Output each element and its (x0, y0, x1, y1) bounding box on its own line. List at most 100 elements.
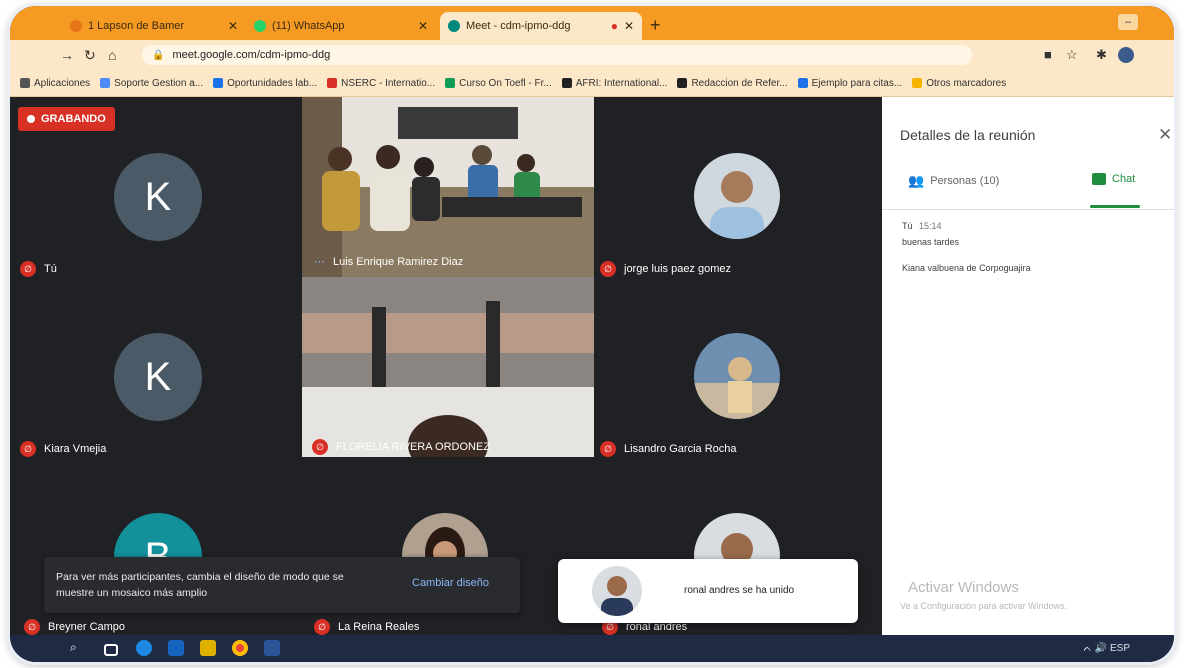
bookmark-icon (797, 78, 808, 88)
tab-favicon-icon (70, 20, 82, 32)
participant-video-florelia[interactable]: ∅ FLORELIA RIVERA ORDONEZ (302, 277, 594, 457)
chat-message-text: buenas tardes (902, 237, 960, 247)
close-icon[interactable]: ✕ (624, 19, 634, 33)
chat-icon (1092, 173, 1106, 185)
avatar: K (114, 153, 202, 241)
meet-icon (448, 20, 460, 32)
activate-windows-subtitle: Ve a Configuración para activar Windows. (900, 601, 1068, 611)
system-tray[interactable]: ᨈ 🔊 ESP (1083, 643, 1130, 654)
bookmark-icon (445, 78, 456, 88)
home-icon[interactable]: ⌂ (108, 47, 116, 63)
mic-off-icon: ∅ (600, 261, 616, 277)
bookmark-label: Curso On Toefl - Fr... (459, 77, 552, 89)
screen-frame: 1 Lapson de Bamer ✕ (11) WhatsApp ✕ Meet… (10, 6, 1174, 662)
bookmark-label: NSERC - Internatio... (341, 77, 436, 89)
avatar (592, 566, 642, 616)
search-icon[interactable]: ⌕ (70, 640, 86, 656)
bookmark-icon (213, 78, 224, 88)
participant-video-luis[interactable]: ⋯ Luis Enrique Ramirez Diaz (302, 97, 594, 277)
bookmark-item[interactable]: Aplicaciones (20, 78, 90, 89)
meet-grid: GRABANDO K ∅ Tú ⋯ Luis Enrique Ramirez D… (10, 97, 882, 635)
participant-name: ⋯ Luis Enrique Ramirez Diaz (314, 255, 464, 269)
bookmark-item[interactable]: Otros marcadores (912, 78, 1006, 89)
bookmark-item[interactable]: Ejemplo para citas... (797, 77, 903, 89)
mic-off-icon: ∅ (20, 261, 36, 277)
star-icon[interactable]: ☆ (1066, 47, 1078, 63)
profile-avatar[interactable] (1118, 47, 1134, 63)
bookmark-item[interactable]: NSERC - Internatio... (327, 78, 435, 89)
avatar (694, 333, 780, 419)
bookmark-icon (327, 78, 338, 88)
bookmark-label: AFRI: International... (575, 77, 668, 89)
video-frame (302, 97, 594, 277)
mic-off-icon: ∅ (600, 441, 616, 457)
bookmark-label: Soporte Gestion a... (114, 77, 204, 89)
bookmark-item[interactable]: Soporte Gestion a... (100, 78, 203, 89)
browser-toolbar: → ↻ ⌂ 🔒 meet.google.com/cdm-ipmo-ddg ■ ☆… (10, 40, 1174, 70)
chrome-icon[interactable] (232, 640, 248, 656)
close-panel-button[interactable]: ✕ (1158, 125, 1172, 145)
chat-message-text: Kiana valbuena de Corpoguajira (902, 263, 1031, 273)
avatar (694, 153, 780, 239)
bookmark-label: Ejemplo para citas... (811, 77, 903, 89)
participant-tile-lisandro[interactable]: ∅ Lisandro Garcia Rocha (594, 277, 882, 457)
mic-off-icon: ∅ (20, 441, 36, 457)
bookmark-icon (20, 78, 30, 88)
windows-taskbar: ⌕ ᨈ 🔊 ESP (10, 635, 1174, 662)
mic-off-icon: ∅ (312, 439, 328, 455)
change-layout-button[interactable]: Cambiar diseño (412, 577, 489, 589)
bookmark-icon (912, 78, 923, 88)
divider (882, 209, 1174, 210)
bookmark-icon (561, 78, 572, 88)
activate-windows-title: Activar Windows (908, 579, 1019, 596)
minimize-button[interactable]: – (1118, 14, 1138, 30)
address-bar[interactable]: 🔒 meet.google.com/cdm-ipmo-ddg (142, 45, 972, 65)
store-icon[interactable] (168, 640, 184, 656)
extensions-icon[interactable]: ✱ (1096, 47, 1107, 63)
new-tab-button[interactable]: + (650, 15, 661, 36)
participant-name: ∅ Breyner Campo (24, 619, 125, 635)
lock-icon: 🔒 (152, 49, 165, 61)
avatar: K (114, 333, 202, 421)
mic-off-icon: ∅ (24, 619, 40, 635)
camera-icon[interactable]: ■ (1044, 47, 1052, 62)
layout-suggestion-toast: Para ver más participantes, cambia el di… (44, 557, 520, 613)
mic-off-icon: ∅ (314, 619, 330, 635)
bookmark-label: Oportunidades lab... (227, 77, 318, 89)
bookmark-label: Otros marcadores (926, 77, 1007, 89)
bookmark-label: Aplicaciones (34, 77, 91, 89)
close-icon[interactable]: ✕ (418, 19, 428, 33)
edge-icon[interactable] (136, 640, 152, 656)
participant-tile-you[interactable]: K ∅ Tú (10, 97, 302, 277)
tab-meet[interactable]: Meet - cdm-ipmo-ddg ● ✕ (440, 12, 642, 40)
bookmark-item[interactable]: Oportunidades lab... (213, 78, 317, 89)
reload-icon[interactable]: ↻ (84, 47, 96, 64)
participant-name: ∅ FLORELIA RIVERA ORDONEZ (312, 439, 490, 455)
message-sender: Tú (902, 221, 913, 231)
close-icon[interactable]: ✕ (228, 19, 238, 33)
file-explorer-icon[interactable] (200, 640, 216, 656)
participant-name: ∅ jorge luis paez gomez (600, 261, 731, 277)
tab-people[interactable]: 👥 Personas (10) (908, 173, 999, 189)
toast-message: Para ver más participantes, cambia el di… (56, 571, 344, 599)
message-time: 15:14 (919, 221, 942, 231)
joined-message: ronal andres se ha unido (684, 585, 795, 596)
people-icon: 👥 (908, 173, 925, 188)
bookmark-label: Redaccion de Refer... (691, 77, 788, 89)
participant-tile-kiara[interactable]: K ∅ Kiara Vmejia (10, 277, 302, 457)
tab-whatsapp[interactable]: (11) WhatsApp ✕ (246, 12, 436, 40)
participant-tile-jorge[interactable]: ∅ jorge luis paez gomez (594, 97, 882, 277)
bookmark-item[interactable]: Curso On Toefl - Fr... (445, 78, 552, 89)
back-icon[interactable]: → (60, 47, 74, 63)
tab-chat[interactable]: Chat (1092, 173, 1135, 185)
word-icon[interactable] (264, 640, 280, 656)
bookmark-item[interactable]: AFRI: International... (561, 77, 668, 89)
panel-title: Detalles de la reunión (900, 127, 1036, 143)
bookmark-item[interactable]: Redaccion de Refer... (677, 77, 788, 89)
tab-label: 1 Lapson de Bamer (88, 20, 185, 32)
tab-lapson[interactable]: 1 Lapson de Bamer ✕ (62, 12, 246, 40)
whatsapp-icon (254, 20, 266, 32)
participant-name: ∅ Tú (20, 261, 57, 277)
task-view-icon[interactable] (104, 644, 118, 656)
participant-name: ∅ La Reina Reales (314, 619, 419, 635)
